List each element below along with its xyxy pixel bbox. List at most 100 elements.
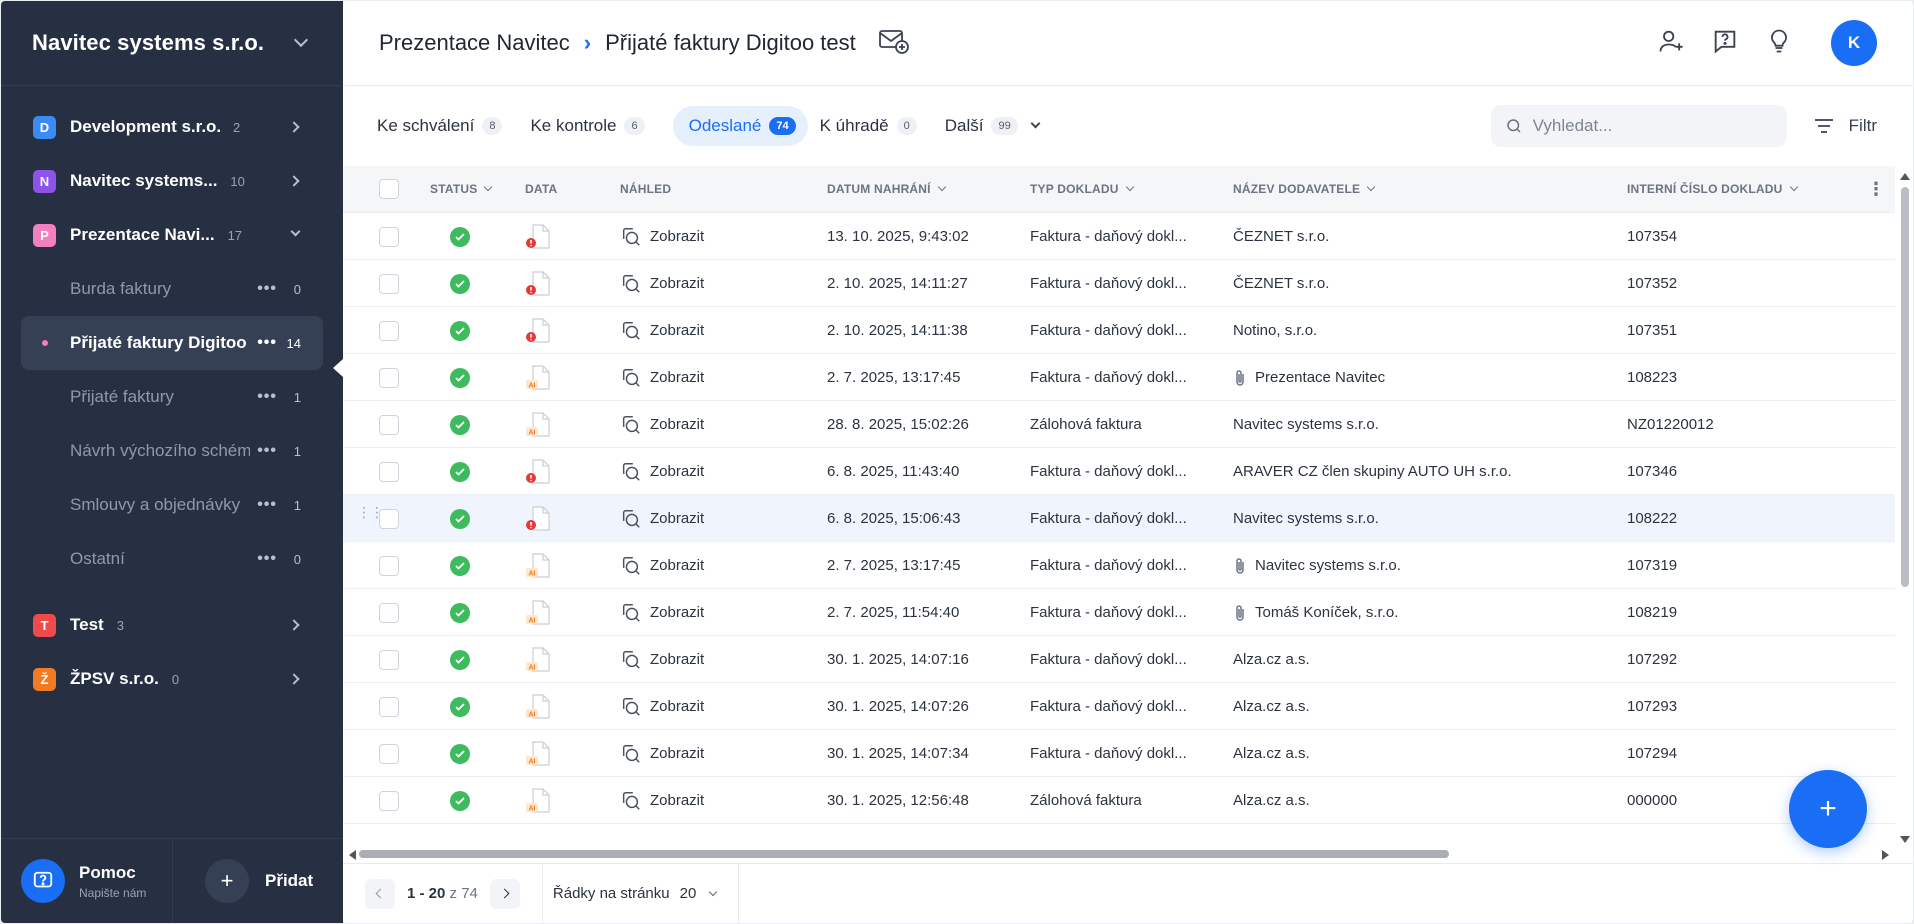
data-error-icon[interactable] bbox=[525, 495, 551, 542]
data-ai-icon[interactable]: AI bbox=[525, 683, 551, 730]
more-icon[interactable]: ••• bbox=[257, 334, 277, 352]
add-document-fab[interactable]: + bbox=[1789, 770, 1867, 848]
subitem-ostatni[interactable]: Ostatní ••• 0 bbox=[1, 532, 343, 586]
table-row[interactable]: Zobrazit 2. 10. 2025, 14:11:27 Faktura -… bbox=[343, 260, 1895, 307]
data-ai-icon[interactable]: AI bbox=[525, 401, 551, 448]
next-page-button[interactable] bbox=[489, 878, 520, 909]
preview-link[interactable]: Zobrazit bbox=[620, 401, 704, 448]
preview-link[interactable]: Zobrazit bbox=[620, 730, 704, 777]
tree-item-prezentace[interactable]: P Prezentace Navi... 17 bbox=[1, 208, 343, 262]
data-ai-icon[interactable]: AI bbox=[525, 354, 551, 401]
subitem-smlouvy[interactable]: Smlouvy a objednávky ••• 1 bbox=[1, 478, 343, 532]
table-row[interactable]: AI Zobrazit 28. 8. 2025, 15:02:26 Záloho… bbox=[343, 401, 1895, 448]
row-checkbox[interactable] bbox=[379, 495, 399, 542]
table-row[interactable]: ⋮⋮ Zobrazit 6. 8. 2025, 15:06:43 Faktura… bbox=[343, 495, 1895, 542]
tab-odeslane[interactable]: Odeslané 74 bbox=[672, 105, 808, 146]
table-row[interactable]: AI Zobrazit 2. 7. 2025, 13:17:45 Faktura… bbox=[343, 354, 1895, 401]
preview-link[interactable]: Zobrazit bbox=[620, 307, 704, 354]
subitem-burda[interactable]: Burda faktury ••• 0 bbox=[1, 262, 343, 316]
preview-link[interactable]: Zobrazit bbox=[620, 589, 704, 636]
table-row[interactable]: Zobrazit 13. 10. 2025, 9:43:02 Faktura -… bbox=[343, 213, 1895, 260]
row-checkbox[interactable] bbox=[379, 213, 399, 260]
table-row[interactable]: Zobrazit 6. 8. 2025, 11:43:40 Faktura - … bbox=[343, 448, 1895, 495]
row-checkbox[interactable] bbox=[379, 730, 399, 777]
data-ai-icon[interactable]: AI bbox=[525, 542, 551, 589]
filter-button[interactable]: Filtr bbox=[1813, 116, 1877, 136]
preview-link[interactable]: Zobrazit bbox=[620, 354, 704, 401]
row-checkbox[interactable] bbox=[379, 589, 399, 636]
search-input[interactable] bbox=[1532, 115, 1763, 136]
column-interni-cislo[interactable]: INTERNÍ ČÍSLO DOKLADU bbox=[1627, 182, 1798, 196]
add-button[interactable]: + Přidat bbox=[173, 839, 313, 923]
add-user-icon[interactable] bbox=[1657, 27, 1685, 60]
table-row[interactable]: AI Zobrazit 2. 7. 2025, 11:54:40 Faktura… bbox=[343, 589, 1895, 636]
subitem-navrh[interactable]: Návrh výchozího schéma ••• 1 bbox=[1, 424, 343, 478]
preview-link[interactable]: Zobrazit bbox=[620, 777, 704, 824]
more-icon[interactable]: ••• bbox=[257, 550, 277, 568]
data-ai-icon[interactable]: AI bbox=[525, 777, 551, 824]
breadcrumb-workspace[interactable]: Prezentace Navitec bbox=[379, 30, 570, 56]
table-row[interactable]: AI Zobrazit 30. 1. 2025, 12:56:48 Záloho… bbox=[343, 777, 1895, 824]
more-icon[interactable]: ••• bbox=[257, 388, 277, 406]
preview-link[interactable]: Zobrazit bbox=[620, 636, 704, 683]
preview-link[interactable]: Zobrazit bbox=[620, 683, 704, 730]
data-ai-icon[interactable]: AI bbox=[525, 589, 551, 636]
column-typ[interactable]: TYP DOKLADU bbox=[1030, 182, 1134, 196]
data-error-icon[interactable] bbox=[525, 307, 551, 354]
column-menu-icon[interactable]: ⋮ bbox=[1867, 180, 1885, 198]
tab-k-uhrade[interactable]: K úhradě 0 bbox=[820, 106, 933, 146]
data-ai-icon[interactable]: AI bbox=[525, 730, 551, 777]
more-icon[interactable]: ••• bbox=[257, 496, 277, 514]
data-error-icon[interactable] bbox=[525, 448, 551, 495]
tree-item-test[interactable]: T Test 3 bbox=[1, 598, 343, 652]
help-button[interactable]: Pomoc Napište nám bbox=[1, 839, 173, 923]
tab-ke-schvaleni[interactable]: Ke schválení 8 bbox=[377, 106, 518, 146]
table-row[interactable]: AI Zobrazit 2. 7. 2025, 13:17:45 Faktura… bbox=[343, 542, 1895, 589]
preview-link[interactable]: Zobrazit bbox=[620, 542, 704, 589]
row-checkbox[interactable] bbox=[379, 260, 399, 307]
preview-link[interactable]: Zobrazit bbox=[620, 260, 704, 307]
org-switcher[interactable]: Navitec systems s.r.o. bbox=[1, 1, 343, 86]
row-checkbox[interactable] bbox=[379, 354, 399, 401]
main-content: Prezentace Navitec › Přijaté faktury Dig… bbox=[343, 1, 1913, 923]
more-icon[interactable]: ••• bbox=[257, 442, 277, 460]
search-box[interactable] bbox=[1490, 104, 1787, 147]
tree-item-development[interactable]: D Development s.r.o. 2 bbox=[1, 100, 343, 154]
preview-link[interactable]: Zobrazit bbox=[620, 213, 704, 260]
tree-item-navitec[interactable]: N Navitec systems... 10 bbox=[1, 154, 343, 208]
help-icon[interactable] bbox=[1711, 27, 1739, 60]
table-row[interactable]: AI Zobrazit 30. 1. 2025, 14:07:16 Faktur… bbox=[343, 636, 1895, 683]
row-checkbox[interactable] bbox=[379, 636, 399, 683]
tab-ke-kontrole[interactable]: Ke kontrole 6 bbox=[530, 106, 660, 146]
row-checkbox[interactable] bbox=[379, 683, 399, 730]
lightbulb-icon[interactable] bbox=[1765, 27, 1793, 60]
row-checkbox[interactable] bbox=[379, 777, 399, 824]
subitem-prijate-digitoo[interactable]: Přijaté faktury Digitoo test ••• 14 bbox=[21, 316, 323, 370]
column-datum[interactable]: DATUM NAHRÁNÍ bbox=[827, 182, 946, 196]
row-checkbox[interactable] bbox=[379, 307, 399, 354]
preview-link[interactable]: Zobrazit bbox=[620, 448, 704, 495]
avatar[interactable]: K bbox=[1831, 20, 1877, 66]
more-icon[interactable]: ••• bbox=[257, 280, 277, 298]
data-error-icon[interactable] bbox=[525, 260, 551, 307]
tree-item-zpsv[interactable]: Ž ŽPSV s.r.o. 0 bbox=[1, 652, 343, 706]
subitem-prijate[interactable]: Přijaté faktury ••• 1 bbox=[1, 370, 343, 424]
table-row[interactable]: Zobrazit 2. 10. 2025, 14:11:38 Faktura -… bbox=[343, 307, 1895, 354]
table-row[interactable]: AI Zobrazit 30. 1. 2025, 14:07:34 Faktur… bbox=[343, 730, 1895, 777]
data-ai-icon[interactable]: AI bbox=[525, 636, 551, 683]
vertical-scrollbar[interactable] bbox=[1899, 173, 1910, 843]
column-status[interactable]: STATUS bbox=[430, 182, 493, 196]
column-dodavatel[interactable]: NÁZEV DODAVATELE bbox=[1233, 182, 1376, 196]
prev-page-button[interactable] bbox=[365, 878, 395, 909]
table-row[interactable]: AI Zobrazit 30. 1. 2025, 14:07:26 Faktur… bbox=[343, 683, 1895, 730]
data-error-icon[interactable] bbox=[525, 213, 551, 260]
horizontal-scrollbar[interactable] bbox=[349, 848, 1889, 860]
preview-link[interactable]: Zobrazit bbox=[620, 495, 704, 542]
row-checkbox[interactable] bbox=[379, 401, 399, 448]
row-checkbox[interactable] bbox=[379, 448, 399, 495]
select-all-checkbox[interactable] bbox=[379, 179, 399, 199]
rows-per-page-select[interactable]: Řádky na stránku 20 bbox=[541, 863, 740, 923]
tab-dalsi[interactable]: Další 99 bbox=[945, 106, 1055, 146]
email-upload-icon[interactable] bbox=[878, 27, 910, 60]
row-checkbox[interactable] bbox=[379, 542, 399, 589]
